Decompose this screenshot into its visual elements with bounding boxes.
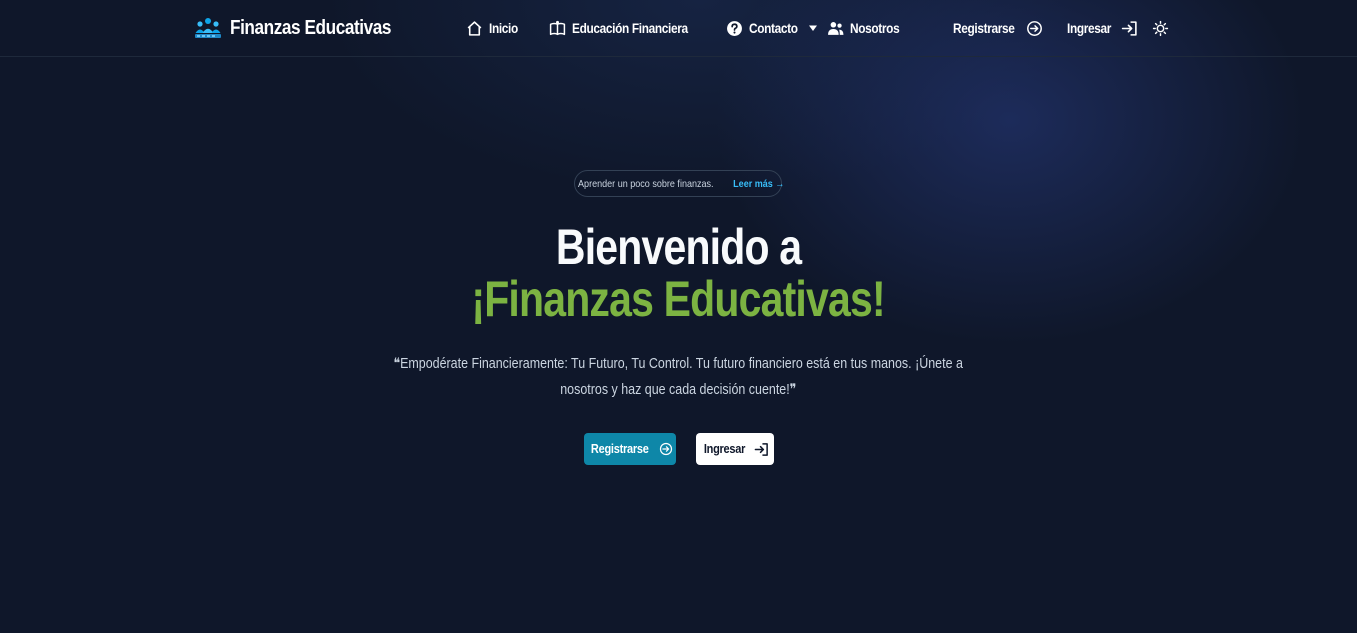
- register-button[interactable]: Registrarse: [584, 433, 676, 465]
- nav-label: Educación Financiera: [572, 20, 688, 36]
- nav-register-link[interactable]: Registrarse: [953, 17, 1043, 39]
- nav-label: Inicio: [489, 20, 518, 36]
- nav-item-nosotros[interactable]: Nosotros: [827, 17, 906, 39]
- register-button-label: Registrarse: [591, 442, 649, 456]
- login-button-label: Ingresar: [703, 442, 746, 456]
- brand-link[interactable]: Finanzas Educativas: [194, 14, 417, 42]
- nav-label: Nosotros: [850, 20, 900, 36]
- hero-title-line-2: ¡Finanzas Educativas!: [0, 270, 1357, 328]
- caret-down-icon: [808, 23, 818, 33]
- arrow-right-circle-icon: [1026, 20, 1043, 37]
- login-icon: [1121, 20, 1138, 37]
- question-circle-icon: [726, 20, 743, 37]
- hero-quote: ❝Empodérate Financieramente: Tu Futuro, …: [0, 351, 1357, 403]
- hero-title-text: Bienvenido a: [555, 219, 802, 275]
- home-icon: [466, 20, 483, 37]
- arrow-right-circle-icon: [659, 442, 673, 456]
- quote-line-2: nosotros y haz que cada decisión cuente!…: [560, 382, 797, 398]
- nav-login-link[interactable]: Ingresar: [1067, 17, 1138, 39]
- users-icon: [827, 20, 844, 37]
- hero-title-highlight: ¡Finanzas Educativas!: [471, 271, 886, 327]
- people-group-icon: [194, 15, 222, 41]
- top-navbar: Finanzas Educativas Inicio Educación Fin…: [0, 0, 1357, 57]
- nav-register-label: Registrarse: [953, 20, 1015, 36]
- brand-name: Finanzas Educativas: [230, 16, 392, 39]
- theme-toggle-button[interactable]: [1152, 17, 1169, 39]
- login-icon: [754, 442, 769, 457]
- nav-login-label: Ingresar: [1067, 20, 1112, 36]
- login-button[interactable]: Ingresar: [696, 433, 774, 465]
- nav-item-inicio[interactable]: Inicio: [466, 17, 522, 39]
- pill-text: Aprender un poco sobre finanzas.: [578, 177, 715, 190]
- book-icon: [549, 20, 566, 37]
- nav-item-contacto[interactable]: Contacto: [726, 17, 804, 39]
- announcement-pill: Aprender un poco sobre finanzas. Leer má…: [574, 170, 784, 197]
- quote-line-1: ❝Empodérate Financieramente: Tu Futuro, …: [393, 356, 964, 372]
- nav-label: Contacto: [749, 20, 798, 36]
- sun-icon: [1152, 20, 1169, 37]
- read-more-link[interactable]: Leer más →: [733, 178, 784, 190]
- hero-title-line-1: Bienvenido a: [0, 218, 1357, 276]
